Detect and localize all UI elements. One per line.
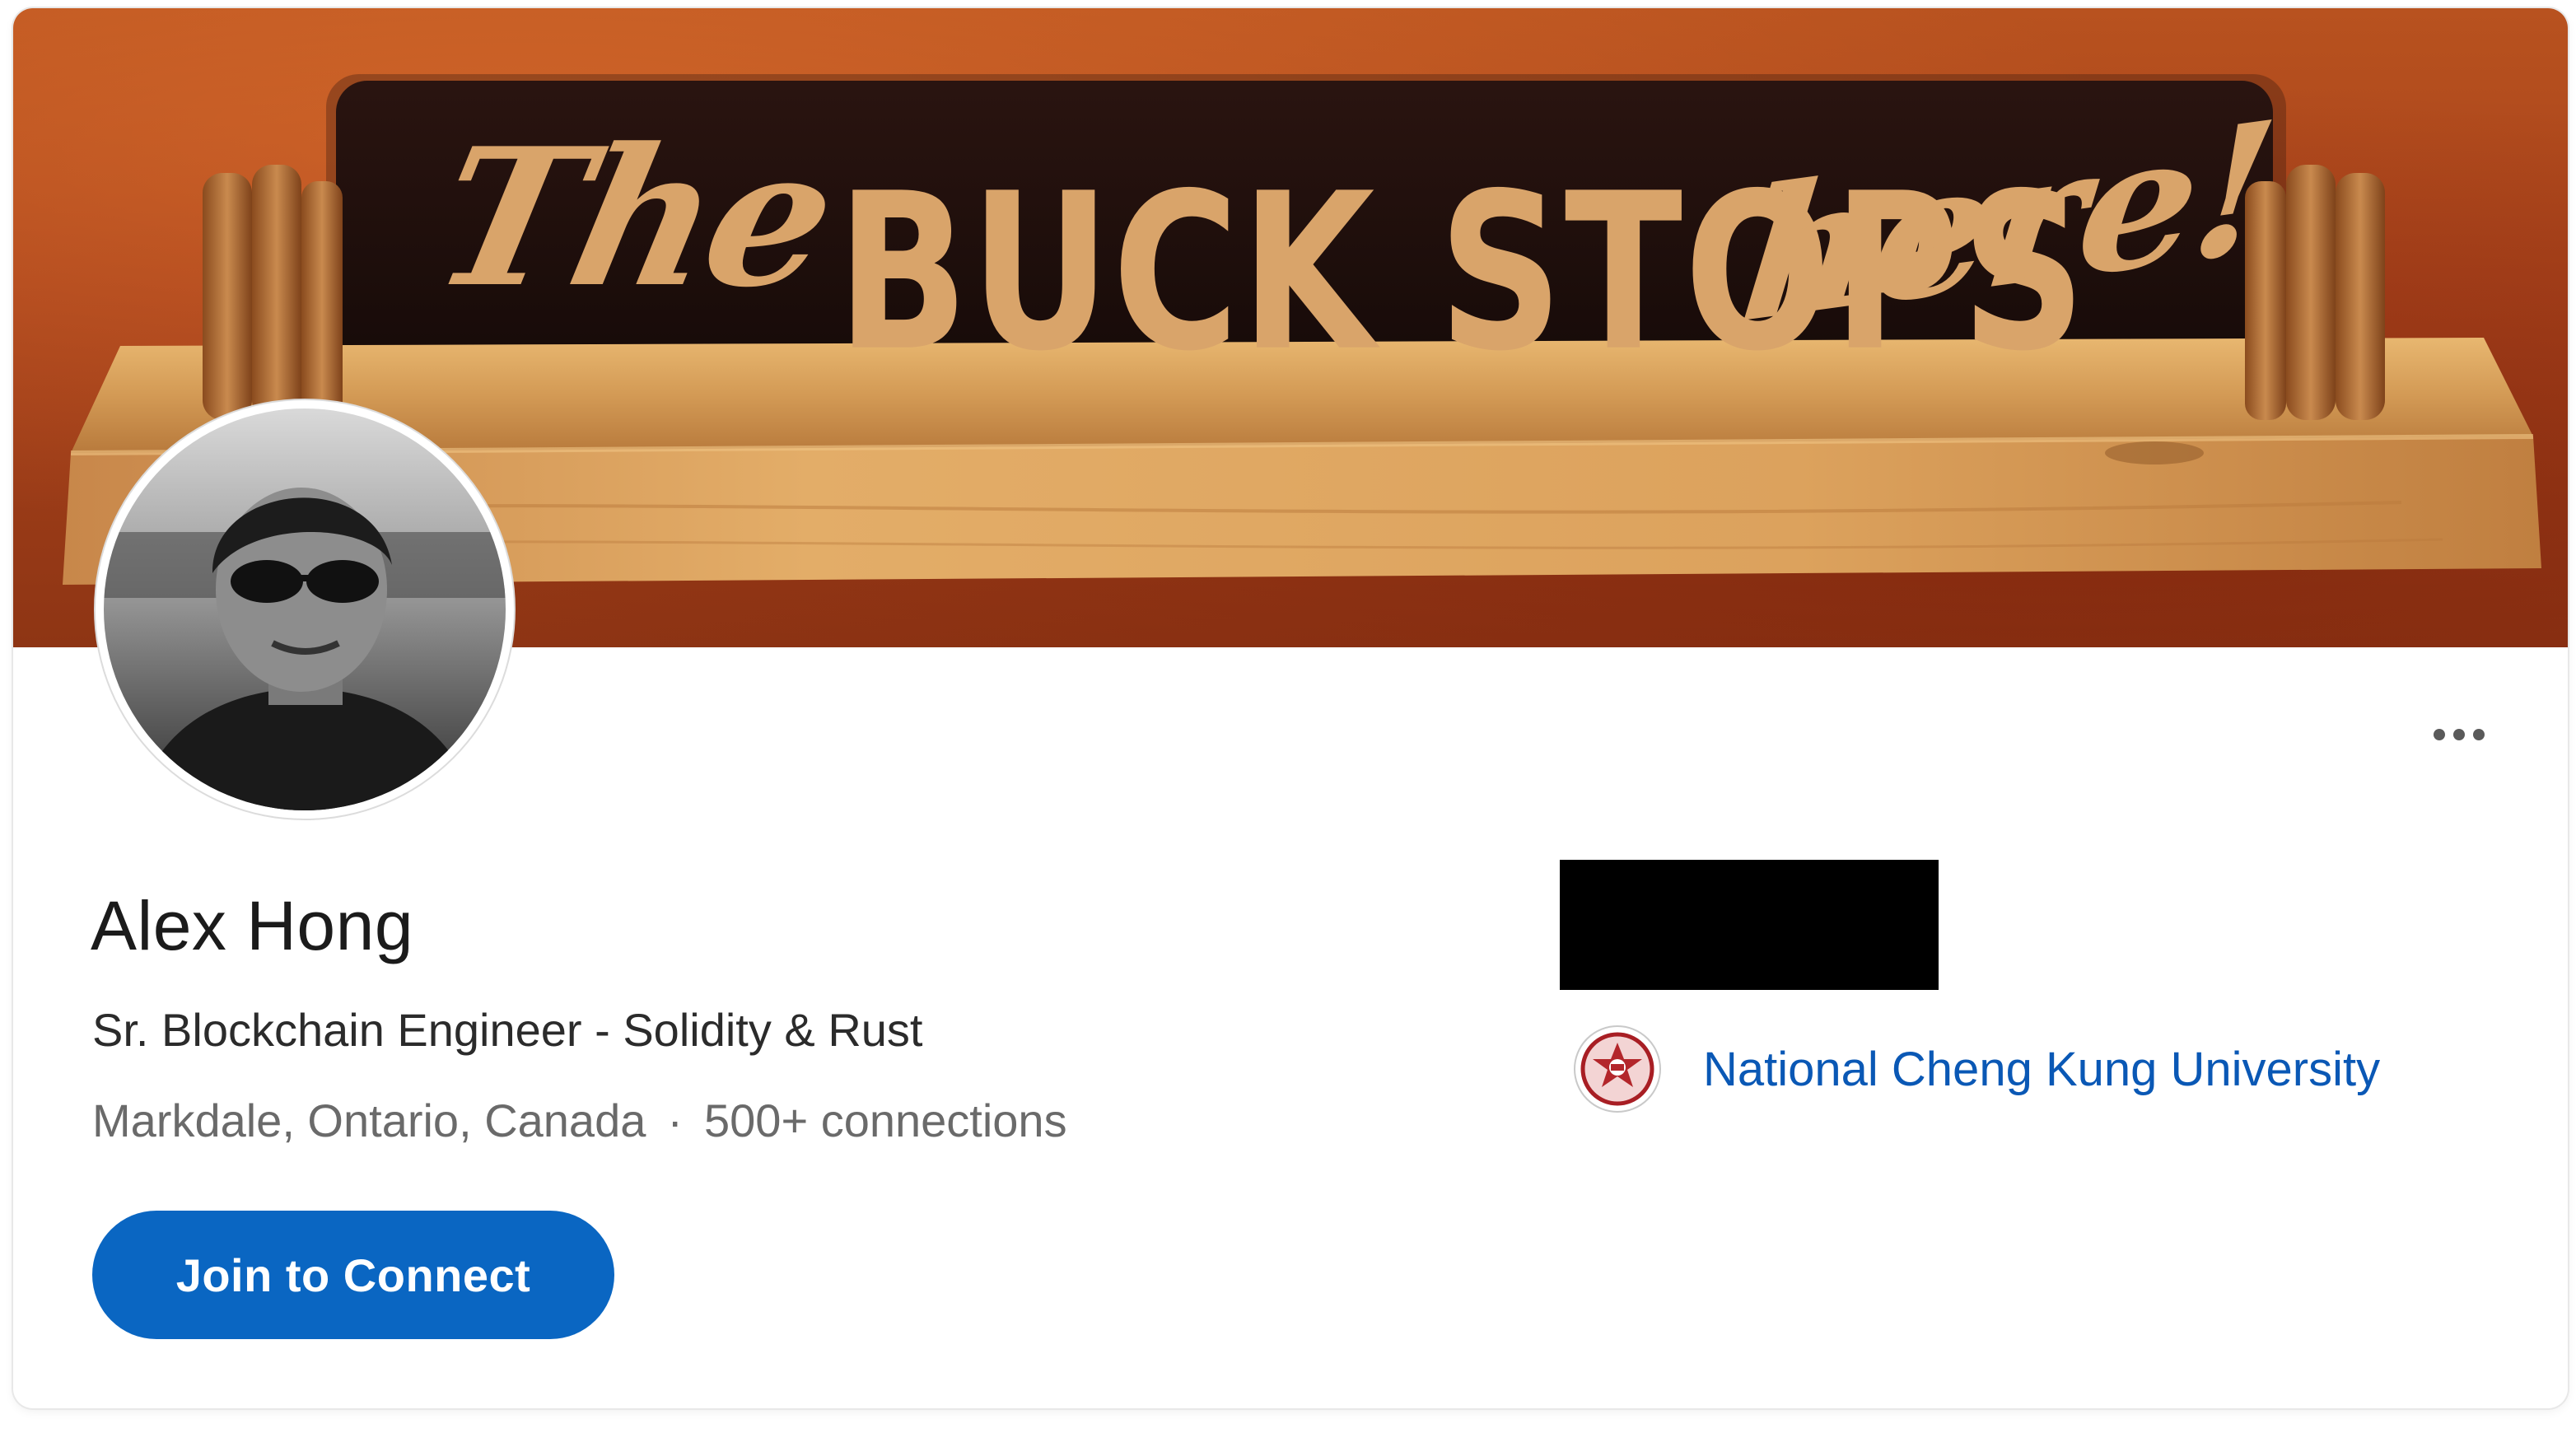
profile-meta: Markdale, Ontario, Canada · 500+ connectio… (92, 1094, 1067, 1147)
education-link[interactable]: National Cheng Kung University (1573, 1025, 2380, 1113)
more-options-button[interactable] (2418, 710, 2500, 759)
redacted-block (1560, 860, 1939, 990)
profile-connections[interactable]: 500+ connections (704, 1095, 1067, 1146)
avatar[interactable] (96, 400, 514, 819)
profile-name: Alex Hong (91, 887, 414, 964)
join-to-connect-button[interactable]: Join to Connect (92, 1211, 614, 1339)
sign-word-here: here! (1733, 80, 2282, 364)
sign-word-the: The (418, 107, 850, 329)
school-name: National Cheng Kung University (1703, 1042, 2381, 1096)
profile-location: Markdale, Ontario, Canada (92, 1095, 646, 1146)
profile-headline: Sr. Blockchain Engineer - Solidity & Rus… (92, 1004, 923, 1056)
university-seal-icon (1574, 1025, 1661, 1113)
profile-photo (104, 408, 506, 810)
meta-separator: · (667, 1095, 684, 1146)
more-horizontal-icon (2434, 729, 2445, 740)
more-horizontal-icon-dot (2453, 729, 2465, 740)
more-horizontal-icon-dot (2473, 729, 2485, 740)
profile-card: The BUCK STOPS here! Alex Hong Sr. Block… (13, 8, 2568, 1408)
